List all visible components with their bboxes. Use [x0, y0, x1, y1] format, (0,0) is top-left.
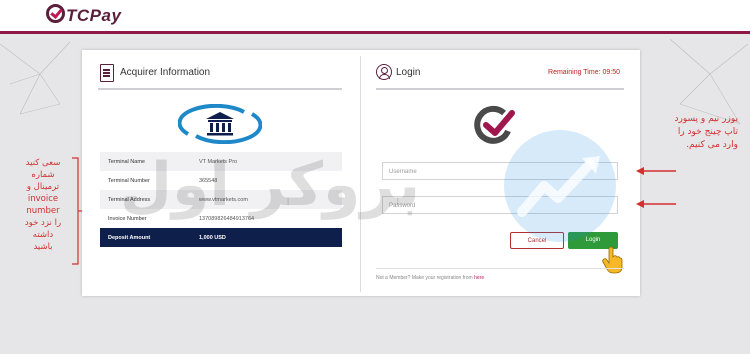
login-header: Login Remaining Time: 09:50 [376, 64, 624, 90]
row-label: Deposit Amount [100, 228, 191, 247]
acquirer-title: Acquirer Information [120, 67, 211, 78]
deposit-row: Deposit Amount 1,000 USD [100, 228, 342, 247]
watermark-logo-icon [504, 130, 616, 242]
bracket-icon [72, 157, 82, 265]
check-ring-icon [46, 4, 65, 23]
watermark-text: بروکر اول [120, 150, 421, 220]
left-annotation: سعی کنید شماره ترمینال و invoice number … [24, 158, 62, 252]
network-decoration-left [0, 41, 71, 115]
right-annotation: یوزر نیم و پسورد تاپ چینج خود را وارد می… [674, 114, 738, 150]
tcpay-logo: TCPay [46, 4, 121, 26]
bank-icon [178, 104, 262, 144]
top-bar: TCPay [0, 0, 750, 32]
user-icon [376, 64, 392, 80]
remaining-time: Remaining Time: 09:50 [548, 69, 620, 76]
arrow-left-icon [636, 167, 676, 175]
document-icon [100, 64, 114, 82]
arrow-left-icon [636, 200, 676, 208]
acquirer-header: Acquirer Information [98, 64, 342, 90]
login-title: Login [396, 67, 421, 78]
row-value: 1,000 USD [191, 228, 342, 247]
register-footer: Not a Member? Make your registration fro… [376, 268, 624, 281]
register-link[interactable]: here [474, 275, 484, 281]
